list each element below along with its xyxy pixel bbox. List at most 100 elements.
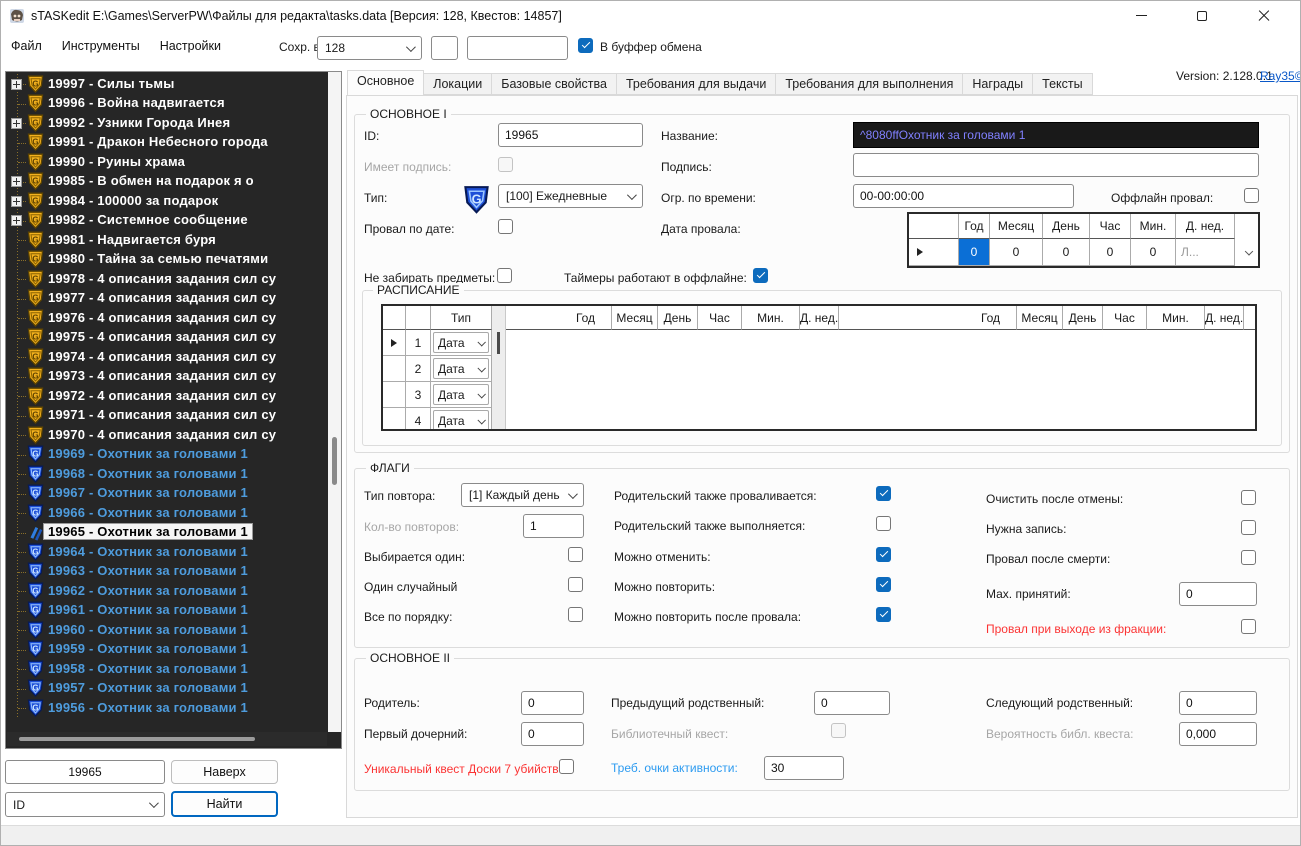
schedule-row[interactable]: 2 Дата [383, 356, 492, 382]
tab[interactable]: Награды [963, 73, 1034, 95]
tree-item[interactable]: 19965 - Охотник за головами 1 [6, 523, 328, 543]
grid-row-selector[interactable] [909, 239, 959, 266]
first-child-input[interactable]: 0 [521, 722, 584, 746]
tab[interactable]: Локации [424, 73, 493, 95]
all-in-order-checkbox[interactable] [568, 607, 583, 622]
save-version-combobox[interactable]: 128 [317, 36, 422, 60]
fail-after-death-checkbox[interactable] [1241, 550, 1256, 565]
tree-vertical-scrollbar-thumb[interactable] [332, 437, 337, 485]
need-record-checkbox[interactable] [1241, 520, 1256, 535]
find-button[interactable]: Найти [171, 791, 278, 817]
unique-board-checkbox[interactable] [559, 759, 574, 774]
tree-item[interactable]: G 19973 - 4 описания задания сил су [6, 367, 328, 387]
tree-item[interactable]: G 19966 - Охотник за головами 1 [6, 503, 328, 523]
expand-plus-icon[interactable] [11, 117, 22, 129]
tree-item[interactable]: G 19991 - Дракон Небесного города [6, 133, 328, 153]
sign-input[interactable] [853, 153, 1259, 177]
grid-cell[interactable]: 0 [990, 239, 1043, 266]
time-limit-input[interactable]: 00-00:00:00 [853, 184, 1074, 208]
prev-related-input[interactable]: 0 [814, 691, 890, 715]
menu-item[interactable]: Настройки [150, 31, 231, 53]
parent-input[interactable]: 0 [521, 691, 584, 715]
tree-item[interactable]: G 19957 - Охотник за головами 1 [6, 679, 328, 699]
tree-item[interactable]: G 19971 - 4 описания задания сил су [6, 406, 328, 426]
tree-horizontal-scrollbar-thumb[interactable] [19, 737, 255, 741]
grid-cell[interactable]: 0 [1043, 239, 1090, 266]
activity-points-input[interactable]: 30 [764, 756, 844, 780]
can-cancel-checkbox[interactable] [876, 547, 891, 562]
expand-plus-icon[interactable] [11, 195, 22, 207]
tree-item[interactable]: G 19970 - 4 описания задания сил су [6, 425, 328, 445]
menu-item[interactable]: Инструменты [52, 31, 150, 53]
fail-on-leave-faction-checkbox[interactable] [1241, 619, 1256, 634]
tree-item[interactable]: G 19978 - 4 описания задания сил су [6, 269, 328, 289]
schedule-type-combobox[interactable]: Дата [433, 410, 489, 429]
tree-item[interactable]: G 19968 - Охотник за головами 1 [6, 464, 328, 484]
minimize-button[interactable] [1118, 1, 1164, 30]
tree-item[interactable]: G 19967 - Охотник за головами 1 [6, 484, 328, 504]
name-input[interactable]: ^8080ffОхотник за головами 1 [853, 122, 1259, 148]
expand-plus-icon[interactable] [11, 78, 22, 90]
tree-item[interactable]: G 19982 - Системное сообщение [6, 211, 328, 231]
tree-item[interactable]: G 19969 - Охотник за головами 1 [6, 445, 328, 465]
tree-item[interactable]: G 19961 - Охотник за головами 1 [6, 601, 328, 621]
tree-item[interactable]: G 19963 - Охотник за головами 1 [6, 562, 328, 582]
parent-completes-checkbox[interactable] [876, 516, 891, 531]
author-link[interactable]: Ray35© [1260, 69, 1300, 83]
tree-item[interactable]: G 19992 - Узники Города Инея [6, 113, 328, 133]
expand-plus-icon[interactable] [11, 176, 22, 187]
grid-cell[interactable]: Л... [1176, 239, 1235, 266]
tree-item[interactable]: G 19990 - Руины храма [6, 152, 328, 172]
tree-item[interactable]: G 19962 - Охотник за головами 1 [6, 581, 328, 601]
tree-item[interactable]: G 19980 - Тайна за семью печатями [6, 250, 328, 270]
type-combobox[interactable]: [100] Ежедневные [498, 184, 643, 208]
close-button[interactable] [1241, 1, 1287, 30]
fail-by-date-checkbox[interactable] [498, 219, 513, 234]
tree-item[interactable]: G 19959 - Охотник за головами 1 [6, 640, 328, 660]
tree-item[interactable]: G 19976 - 4 описания задания сил су [6, 308, 328, 328]
schedule-grid[interactable]: Тип 1 Дата 2 Дата 3 Дата 4 Дата Год Меся… [381, 304, 1257, 431]
library-chance-input[interactable]: 0,000 [1179, 722, 1257, 746]
schedule-type-combobox[interactable]: Дата [433, 384, 489, 405]
schedule-grid-splitter[interactable] [492, 306, 506, 429]
tree-item[interactable]: G 19975 - 4 описания задания сил су [6, 328, 328, 348]
one-random-checkbox[interactable] [568, 577, 583, 592]
parent-fails-checkbox[interactable] [876, 486, 891, 501]
row-selector[interactable] [383, 382, 406, 408]
can-repeat-checkbox[interactable] [876, 577, 891, 592]
version-suffix-box[interactable] [431, 36, 458, 60]
tree-vertical-scrollbar[interactable] [328, 72, 341, 732]
id-input[interactable]: 19965 [498, 123, 643, 147]
toolbar-text-input[interactable] [467, 36, 568, 60]
scroll-top-button[interactable]: Наверх [171, 760, 278, 784]
splitter-thumb[interactable] [497, 332, 500, 354]
schedule-row[interactable]: 3 Дата [383, 382, 492, 408]
no-take-items-checkbox[interactable] [497, 268, 512, 283]
repeat-count-input[interactable]: 1 [523, 514, 584, 538]
tree-item[interactable]: G 19996 - Война надвигается [6, 94, 328, 114]
grid-cell[interactable]: 0 [959, 239, 990, 266]
row-selector[interactable] [383, 356, 406, 382]
clipboard-checkbox[interactable] [578, 38, 593, 53]
schedule-row[interactable]: 4 Дата [383, 408, 492, 429]
schedule-type-combobox[interactable]: Дата [433, 358, 489, 379]
repeat-type-combobox[interactable]: [1] Каждый день [461, 483, 584, 507]
tree-item[interactable]: G 19981 - Надвигается буря [6, 230, 328, 250]
tree-item[interactable]: G 19972 - 4 описания задания сил су [6, 386, 328, 406]
choose-one-checkbox[interactable] [568, 547, 583, 562]
tree-item[interactable]: G 19984 - 100000 за подарок [6, 191, 328, 211]
tree-item[interactable]: G 19985 - В обмен на подарок я о [6, 172, 328, 192]
tree-item[interactable]: G 19964 - Охотник за головами 1 [6, 542, 328, 562]
tree-item[interactable]: G 19974 - 4 описания задания сил су [6, 347, 328, 367]
offline-fail-checkbox[interactable] [1244, 188, 1259, 203]
fail-date-grid[interactable]: Год Месяц День Час Мин. Д. нед. 0 0 0 0 0 Л... [907, 212, 1260, 268]
can-repeat-after-fail-checkbox[interactable] [876, 607, 891, 622]
maximize-button[interactable] [1179, 1, 1225, 30]
tab[interactable]: Требования для выполнения [776, 73, 964, 95]
tree-item[interactable]: G 19977 - 4 описания задания сил су [6, 289, 328, 309]
next-related-input[interactable]: 0 [1179, 691, 1257, 715]
clear-after-cancel-checkbox[interactable] [1241, 490, 1256, 505]
search-id-input[interactable]: 19965 [5, 760, 165, 784]
schedule-row[interactable]: 1 Дата [383, 330, 492, 356]
schedule-type-combobox[interactable]: Дата [433, 332, 489, 353]
